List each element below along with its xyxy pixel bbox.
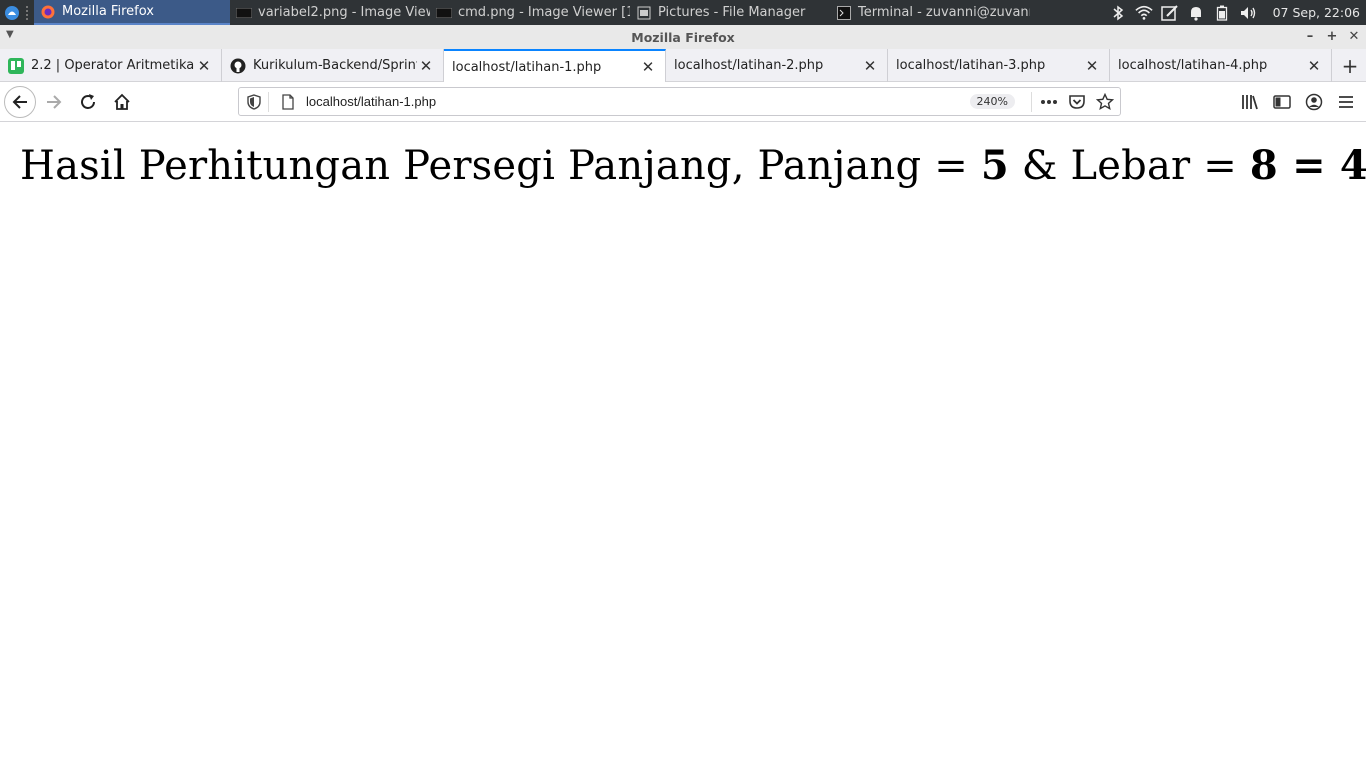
tab-close-icon[interactable]: ✕ (861, 57, 879, 75)
tracking-protection-shield-icon[interactable] (244, 92, 264, 112)
bookmark-star-icon[interactable] (1092, 91, 1118, 113)
toolbar-right (1238, 86, 1358, 118)
url-bar[interactable]: localhost/latihan-1.php 240% (238, 87, 1121, 116)
firefox-icon (40, 5, 56, 19)
back-button[interactable] (4, 85, 36, 118)
image-viewer-icon (236, 6, 252, 20)
zoom-level-badge[interactable]: 240% (969, 94, 1015, 109)
tab-latihan-3[interactable]: localhost/latihan-3.php ✕ (888, 49, 1110, 82)
taskbar-label: Mozilla Firefox (62, 4, 154, 19)
library-icon[interactable] (1238, 86, 1262, 118)
lebar-value: 8 (1249, 142, 1278, 189)
tab-close-icon[interactable]: ✕ (639, 58, 657, 76)
file-manager-icon (636, 6, 652, 20)
window-title: Mozilla Firefox (631, 29, 735, 45)
sidebar-toggle-icon[interactable] (1270, 86, 1294, 118)
tab-label: Kurikulum-Backend/Sprint-1 (253, 58, 417, 73)
tab-label: 2.2 | Operator Aritmetika | Ja (31, 58, 195, 73)
wifi-icon[interactable] (1134, 4, 1153, 22)
minimize-icon[interactable]: – (1302, 27, 1318, 45)
new-tab-button[interactable]: + (1334, 49, 1366, 82)
tab-close-icon[interactable]: ✕ (1305, 57, 1323, 75)
page-actions-icon[interactable] (1036, 91, 1062, 113)
whisker-menu-icon[interactable] (0, 0, 24, 25)
tab-strip: 2.2 | Operator Aritmetika | Ja ✕ Kurikul… (0, 49, 1366, 83)
taskbar-label: Pictures - File Manager (658, 5, 806, 20)
github-icon (230, 58, 246, 74)
forward-button[interactable] (38, 86, 70, 118)
panjang-value: 5 (980, 142, 1009, 189)
navigation-toolbar: localhost/latihan-1.php 240% (0, 82, 1366, 122)
taskbar-label: variabel2.png - Image Viewe... (258, 5, 430, 20)
taskbar-label: cmd.png - Image Viewer [1/9] (458, 5, 630, 20)
pocket-icon[interactable] (1064, 91, 1090, 113)
tab-close-icon[interactable]: ✕ (195, 57, 213, 75)
calculation-result: Hasil Perhitungan Persegi Panjang, Panja… (20, 142, 1366, 189)
panel-clock[interactable]: 07 Sep, 22:06 (1273, 5, 1360, 20)
taskbar-item-image-viewer-cmd[interactable]: cmd.png - Image Viewer [1/9] (430, 0, 630, 25)
top-panel: Mozilla Firefox variabel2.png - Image Vi… (0, 0, 1366, 25)
tab-latihan-1[interactable]: localhost/latihan-1.php ✕ (444, 49, 666, 83)
window-titlebar[interactable]: ▼ Mozilla Firefox – + ✕ (0, 25, 1366, 49)
tab-label: localhost/latihan-4.php (1118, 58, 1268, 73)
tab-label: localhost/latihan-2.php (674, 58, 824, 73)
taskbar-label: Terminal - zuvanni@zuvanni:... (858, 5, 1030, 20)
account-icon[interactable] (1302, 86, 1326, 118)
window-menu-icon[interactable]: ▼ (6, 29, 14, 40)
taskbar-item-firefox[interactable]: Mozilla Firefox (34, 0, 230, 25)
trello-icon (8, 57, 24, 74)
result-mid: & Lebar = (1008, 143, 1250, 189)
notes-icon[interactable] (1160, 4, 1179, 22)
tab-latihan-2[interactable]: localhost/latihan-2.php ✕ (666, 49, 888, 82)
maximize-icon[interactable]: + (1324, 27, 1340, 45)
result-prefix: Hasil Perhitungan Persegi Panjang, Panja… (20, 143, 981, 189)
terminal-icon (836, 5, 852, 20)
window-controls: – + ✕ (1302, 27, 1362, 45)
volume-icon[interactable] (1239, 4, 1257, 22)
url-text[interactable]: localhost/latihan-1.php (306, 94, 970, 109)
tab-label: localhost/latihan-1.php (452, 59, 602, 75)
urlbar-divider (268, 91, 269, 112)
tab-close-icon[interactable]: ✕ (417, 57, 435, 75)
equals-sign: = (1277, 142, 1340, 189)
taskbar-item-image-viewer[interactable]: variabel2.png - Image Viewe... (230, 0, 430, 25)
tab-label: localhost/latihan-3.php (896, 58, 1046, 73)
home-button[interactable] (106, 86, 138, 118)
system-tray: 07 Sep, 22:06 (1109, 0, 1366, 25)
bluetooth-icon[interactable] (1109, 4, 1127, 22)
tab-close-icon[interactable]: ✕ (1083, 57, 1101, 75)
tab-operator-aritmetika[interactable]: 2.2 | Operator Aritmetika | Ja ✕ (0, 49, 222, 82)
page-info-icon[interactable] (278, 92, 298, 112)
hasil-value: 40 (1339, 142, 1366, 189)
page-content: Hasil Perhitungan Persegi Panjang, Panja… (0, 123, 1366, 768)
tab-latihan-4[interactable]: localhost/latihan-4.php ✕ (1110, 49, 1332, 82)
urlbar-divider (1031, 91, 1032, 112)
reload-button[interactable] (72, 86, 104, 118)
hamburger-menu-icon[interactable] (1334, 86, 1358, 118)
tab-kurikulum-backend[interactable]: Kurikulum-Backend/Sprint-1 ✕ (222, 49, 444, 82)
taskbar-item-file-manager[interactable]: Pictures - File Manager (630, 0, 830, 25)
notification-bell-icon[interactable] (1187, 4, 1205, 22)
battery-icon[interactable] (1213, 4, 1231, 22)
taskbar-item-terminal[interactable]: Terminal - zuvanni@zuvanni:... (830, 0, 1030, 25)
panel-separator (26, 5, 32, 20)
image-viewer-icon (436, 6, 452, 20)
close-icon[interactable]: ✕ (1346, 27, 1362, 45)
